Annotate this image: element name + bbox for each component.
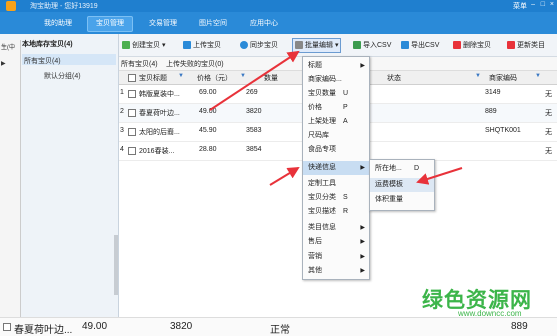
cell-title: 春夏荷叶边...: [14, 325, 73, 336]
cell-price: 49.00: [82, 321, 108, 332]
row-checkbox[interactable]: [3, 323, 11, 331]
arrow-to-shipping-info: [269, 166, 300, 186]
cell-status: 正常: [270, 325, 290, 336]
watermark: 绿色资源网 www.downcc.com: [422, 284, 557, 324]
cell-qty: 3820: [170, 321, 193, 332]
watermark-url: www.downcc.com: [458, 309, 522, 318]
arrow-to-batch-edit: [209, 50, 300, 111]
arrow-to-freight-template: [416, 167, 463, 185]
